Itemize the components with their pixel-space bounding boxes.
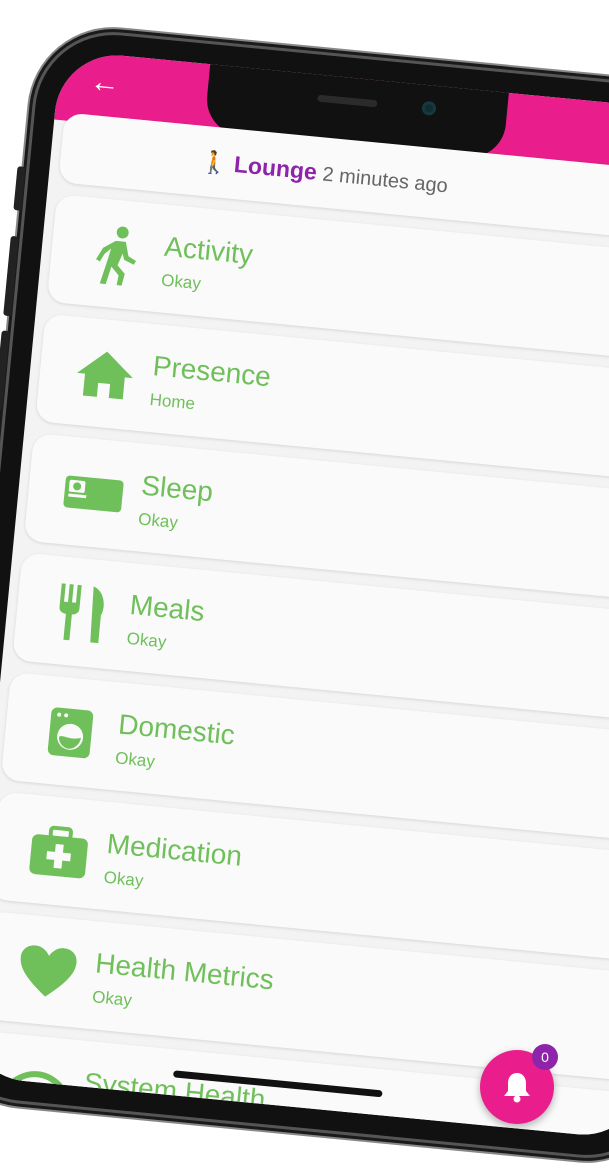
item-status: Okay (137, 509, 179, 533)
arrow-left-icon[interactable]: ← (88, 65, 121, 101)
time-ago: 2 minutes ago (321, 163, 449, 198)
item-status: Okay (102, 867, 145, 891)
heart-icon (9, 934, 85, 1010)
last-activity-line: 🚶 Lounge 2 minutes ago (200, 148, 450, 199)
item-title: Activity (163, 230, 255, 271)
walking-person-icon (78, 217, 154, 293)
item-title: Presence (151, 350, 273, 393)
walking-person-icon: 🚶 (199, 148, 230, 177)
volume-up-button (3, 235, 19, 317)
bed-icon (55, 456, 131, 532)
mute-switch (13, 166, 26, 211)
item-status: Okay (114, 748, 156, 772)
home-icon (67, 336, 143, 412)
phone-screen: ← 🚶 Lounge 2 minutes ago Activity Okay P… (0, 49, 609, 1141)
volume-down-button (0, 330, 10, 411)
washing-machine-icon (32, 695, 108, 771)
item-status: Okay (91, 987, 133, 1010)
utensils-icon (44, 575, 120, 651)
bell-icon (504, 1073, 530, 1103)
first-aid-kit-icon (21, 814, 97, 890)
status-list: 🚶 Lounge 2 minutes ago Activity Okay Prese… (0, 106, 609, 1141)
item-status: Okay (125, 628, 168, 652)
item-title: Medication (105, 827, 244, 872)
notifications-button[interactable]: 0 (480, 1044, 558, 1124)
wifi-icon (0, 1053, 74, 1129)
item-status: Home (148, 389, 196, 414)
phone-frame: ← 🚶 Lounge 2 minutes ago Activity Okay P… (0, 27, 609, 1163)
item-title: Meals (128, 589, 206, 628)
room-name: Lounge (232, 150, 319, 185)
item-title: Domestic (117, 708, 237, 751)
notification-count-badge: 0 (532, 1044, 558, 1070)
item-title: Sleep (140, 469, 215, 508)
earpiece-speaker (317, 94, 378, 108)
item-status: Okay (160, 270, 202, 294)
front-camera (421, 100, 437, 116)
